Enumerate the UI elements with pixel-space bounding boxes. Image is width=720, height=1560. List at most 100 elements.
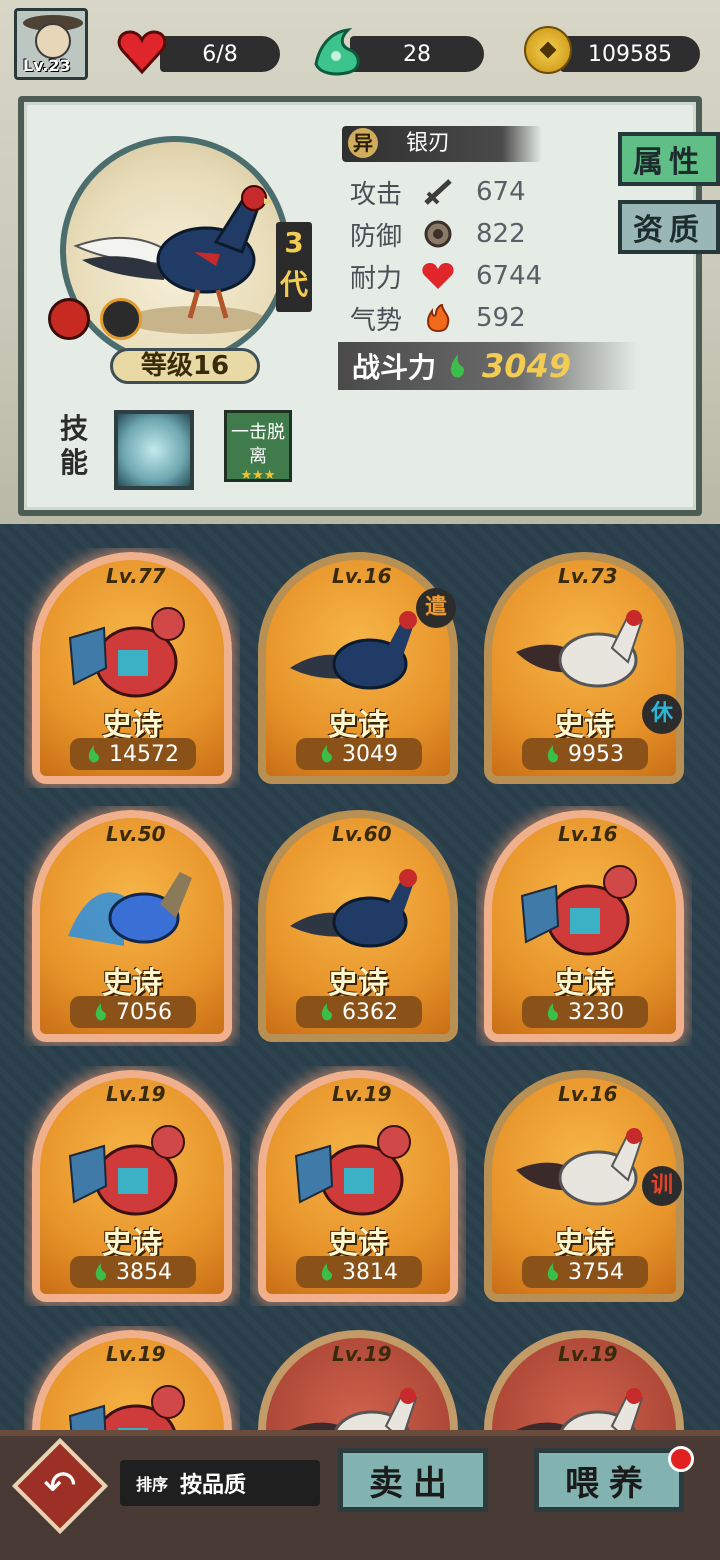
crystal-value: 28 [403,41,431,67]
power-drop-icon [88,745,99,763]
rooster-card[interactable]: Lv.60 史诗 6362 [250,806,466,1046]
card-level: Lv.73 [558,564,618,588]
rooster-card[interactable]: Lv.50 史诗 7056 [24,806,240,1046]
crystal-display: 28 [350,36,484,72]
card-power: 9953 [522,738,648,770]
kind-badge: 异 [348,128,378,158]
fist-trait-icon[interactable] [48,298,90,340]
rooster-image [68,1385,185,1430]
power-drop-icon [547,745,558,763]
rooster-trait-icon[interactable] [100,298,142,340]
rooster-card[interactable]: Lv.19 史诗 3854 [24,1066,240,1306]
power-drop-icon [321,745,332,763]
rooster-detail-panel: 3代 等级16 技能 一击脱离 ★★★ 异 银刃 攻击 674 防御 822 耐… [18,96,720,516]
heart-icon [117,30,167,75]
rooster-level: 等级16 [110,348,260,384]
stat-morale-value: 592 [476,303,526,333]
card-power-value: 3854 [116,1259,172,1285]
stat-defense-label: 防御 [350,221,403,252]
player-level: Lv.23 [23,56,71,75]
card-level: Lv.19 [106,1082,166,1106]
card-level: Lv.16 [332,564,392,588]
card-power: 3230 [522,996,648,1028]
back-button[interactable]: ↶ [11,1437,109,1535]
generation-tag: 3代 [276,222,312,312]
tab-aptitude[interactable]: 资质 [618,200,720,254]
skill-strike-retreat[interactable]: 一击脱离 ★★★ [224,410,292,483]
stat-stamina: 耐力 6744 [350,256,542,296]
status-badge: 休 [642,694,682,734]
coin-icon [524,26,572,74]
rooster-image [68,872,192,946]
card-level: Lv.19 [332,1082,392,1106]
card-power: 3049 [296,738,422,770]
stamina-value: 6/8 [202,41,238,67]
rooster-card[interactable]: Lv.19 [476,1326,692,1430]
rooster-card[interactable]: Lv.16 史诗 3049 遣 [250,548,466,788]
power-drop-icon [547,1263,558,1281]
rooster-card[interactable]: Lv.73 史诗 9953 休 [476,548,692,788]
card-power: 3854 [70,1256,196,1288]
rooster-card[interactable]: Lv.19 [250,1326,466,1430]
rooster-image [520,865,637,956]
rooster-card[interactable]: Lv.16 史诗 3230 [476,806,692,1046]
bottom-bar: ↶ 排序 按品质 卖出 喂养 [0,1430,720,1560]
rooster-image [516,1128,644,1206]
notification-dot [668,1446,694,1472]
card-power: 7056 [70,996,196,1028]
skill-crystal-icon[interactable] [114,410,194,490]
card-power-value: 9953 [568,741,624,767]
power-drop-icon [95,1263,106,1281]
sell-button[interactable]: 卖出 [338,1448,488,1512]
rooster-image [290,869,417,948]
card-level: Lv.60 [332,822,392,846]
card-power: 3814 [296,1256,422,1288]
card-power-value: 14572 [109,741,179,767]
card-level: Lv.19 [332,1342,392,1366]
card-power-value: 3754 [568,1259,624,1285]
sort-value: 按品质 [180,1473,247,1498]
rooster-card[interactable]: Lv.19 史诗 3814 [250,1066,466,1306]
player-avatar[interactable]: Lv.23 [14,8,88,80]
stat-morale: 气势 592 [350,298,526,338]
power-drop-icon [95,1003,106,1021]
rooster-image [516,1388,644,1430]
rooster-card[interactable]: Lv.19 [24,1326,240,1430]
rooster-portrait[interactable] [60,136,290,366]
skill-strike-label: 一击脱离 [231,422,285,467]
card-power: 3754 [522,1256,648,1288]
stat-stamina-value: 6744 [476,261,543,291]
stat-attack-value: 674 [476,177,526,207]
feed-button[interactable]: 喂养 [534,1448,684,1512]
rooster-card[interactable]: Lv.77 史诗 14572 [24,548,240,788]
stat-attack-label: 攻击 [350,179,403,210]
sort-label: 排序 [136,1475,169,1494]
flame-icon [427,303,450,333]
card-power-value: 3230 [568,999,624,1025]
rooster-image [516,610,644,688]
skills-label: 技能 [60,412,89,479]
rooster-image [294,1125,411,1216]
card-power-value: 3814 [342,1259,398,1285]
combat-power-label: 战斗力 [352,351,437,384]
card-level: Lv.19 [558,1342,618,1366]
back-arrow-icon: ↶ [43,1463,77,1509]
card-level: Lv.16 [558,822,618,846]
face-icon [35,23,71,59]
card-level: Lv.16 [558,1082,618,1106]
sword-icon [424,179,452,205]
rooster-card[interactable]: Lv.16 史诗 3754 训 [476,1066,692,1306]
header-bar: Lv.23 6/8 28 109585 [0,0,720,96]
combat-power-value: 3049 [482,347,572,385]
rooster-name-plate: 异 银刃 [342,126,542,162]
card-level: Lv.50 [106,822,166,846]
skill-stars: ★★★ [240,468,276,483]
coin-value: 109585 [588,41,672,67]
tab-attributes[interactable]: 属性 [618,132,720,186]
pheasant-image [73,185,276,334]
stat-defense: 防御 822 [350,214,526,254]
stat-stamina-label: 耐力 [350,263,403,294]
sort-button[interactable]: 排序 按品质 [120,1460,320,1506]
status-badge: 训 [642,1166,682,1206]
status-badge: 遣 [416,588,456,628]
